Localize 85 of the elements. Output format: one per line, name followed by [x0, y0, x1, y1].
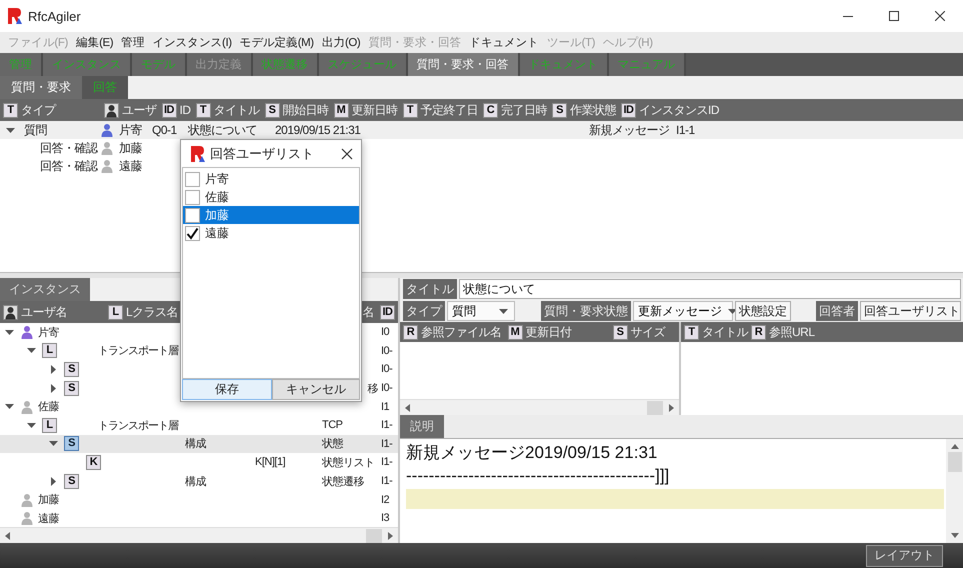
table-cell: 回答・確認	[40, 158, 98, 174]
table-cell: I0-	[381, 363, 392, 376]
tree-label: 遠藤	[38, 512, 59, 526]
column-header: 参照URL	[769, 324, 815, 340]
table-cell: 加藤	[119, 140, 142, 156]
table-cell: I1-1	[676, 123, 695, 137]
column-header: 作業状態	[570, 102, 616, 118]
column-header: 予定終了日	[420, 102, 478, 118]
table-cell: 状態について	[188, 122, 257, 138]
letter-badge: T	[684, 324, 699, 340]
field-label: タイトル	[403, 279, 457, 299]
column-header: タイトル	[702, 324, 748, 340]
table-cell: I1	[381, 400, 390, 413]
table-cell-text: トランスポート層	[98, 344, 178, 358]
letter-badge: ID	[162, 102, 176, 118]
column-header: サイズ	[630, 324, 665, 340]
table-cell: I0-	[381, 382, 392, 394]
letter-badge: K	[86, 454, 101, 470]
letter-badge: M	[334, 102, 348, 118]
letter-badge: R	[751, 324, 766, 340]
letter-badge: S	[64, 436, 79, 452]
table-cell: 片寄	[119, 122, 142, 138]
letter-badge: ID	[621, 102, 636, 118]
table-cell: 回答・確認	[40, 140, 98, 156]
table-cell: I1-	[381, 419, 392, 432]
table-cell: 2019/09/15 21:31	[275, 123, 360, 137]
table-cell-text: 状態	[322, 437, 343, 452]
tree-label: 加藤	[38, 492, 59, 508]
table-cell: I1-	[381, 456, 392, 468]
column-header: 完了日時	[501, 102, 547, 118]
table-cell: I0-	[381, 344, 392, 357]
column-header: 更新日付	[526, 324, 572, 340]
column-header: 名	[362, 304, 374, 320]
table-cell: I3	[381, 512, 390, 524]
letter-badge: S	[64, 380, 79, 396]
letter-badge: R	[403, 324, 418, 340]
text-line: 新規メッセージ2019/09/15 21:31	[406, 442, 658, 464]
letter-badge: S	[612, 324, 628, 340]
column-header: 参照ファイル名	[421, 324, 502, 340]
field-label: 質問・要求状態	[541, 301, 631, 321]
letter-badge: M	[508, 324, 522, 340]
table-cell-text: トランスポート層	[98, 418, 178, 433]
table-cell: I1-	[381, 438, 392, 450]
table-cell: 新規メッセージ	[589, 122, 670, 138]
letter-badge: S	[552, 102, 567, 118]
letter-badge: T	[196, 102, 210, 118]
field-label: 回答者	[816, 301, 858, 321]
table-cell: I2	[381, 494, 390, 506]
field-label: タイプ	[403, 301, 445, 321]
tree-label: 片寄	[38, 326, 59, 340]
table-cell-text: 状態リスト	[322, 456, 374, 470]
letter-badge: L	[108, 304, 123, 320]
table-cell: 質問	[24, 122, 47, 138]
column-header: Lクラス名	[126, 304, 178, 320]
table-cell-text: 移	[368, 382, 378, 396]
table-cell: 遠藤	[119, 158, 142, 174]
letter-badge: ID	[380, 304, 395, 320]
letter-badge: S	[64, 362, 79, 377]
letter-badge: T	[3, 102, 18, 118]
column-header: ユーザ	[122, 102, 156, 118]
letter-badge: L	[42, 343, 57, 358]
window-title: RfcAgiler	[28, 8, 81, 24]
column-header: インスタンスID	[639, 102, 719, 118]
column-header: 更新日時	[352, 102, 398, 118]
column-header: タイトル	[214, 102, 260, 118]
letter-badge: C	[483, 102, 498, 118]
table-cell: I0	[381, 326, 390, 338]
letter-badge: L	[42, 418, 57, 433]
table-cell-text: 状態遷移	[322, 474, 364, 489]
column-header: 開始日時	[282, 102, 328, 118]
dialog-title: 回答ユーザリスト	[210, 144, 314, 162]
table-cell-text: 構成	[185, 474, 206, 489]
table-cell: K[N][1]	[255, 456, 286, 468]
table-cell-text: 構成	[185, 437, 206, 452]
tree-label: 佐藤	[38, 400, 59, 414]
letter-badge: S	[264, 102, 280, 118]
table-cell: Q0-1	[152, 123, 177, 137]
column-header: タイプ	[21, 102, 56, 118]
letter-badge: S	[64, 474, 79, 489]
text-line: --------------------------------------------]]]	[406, 465, 670, 487]
table-cell: TCP	[322, 419, 342, 432]
table-cell: I1-	[381, 475, 392, 488]
column-header: ID	[180, 103, 190, 117]
letter-badge: T	[402, 102, 418, 118]
column-header: ユーザ名	[21, 304, 67, 320]
